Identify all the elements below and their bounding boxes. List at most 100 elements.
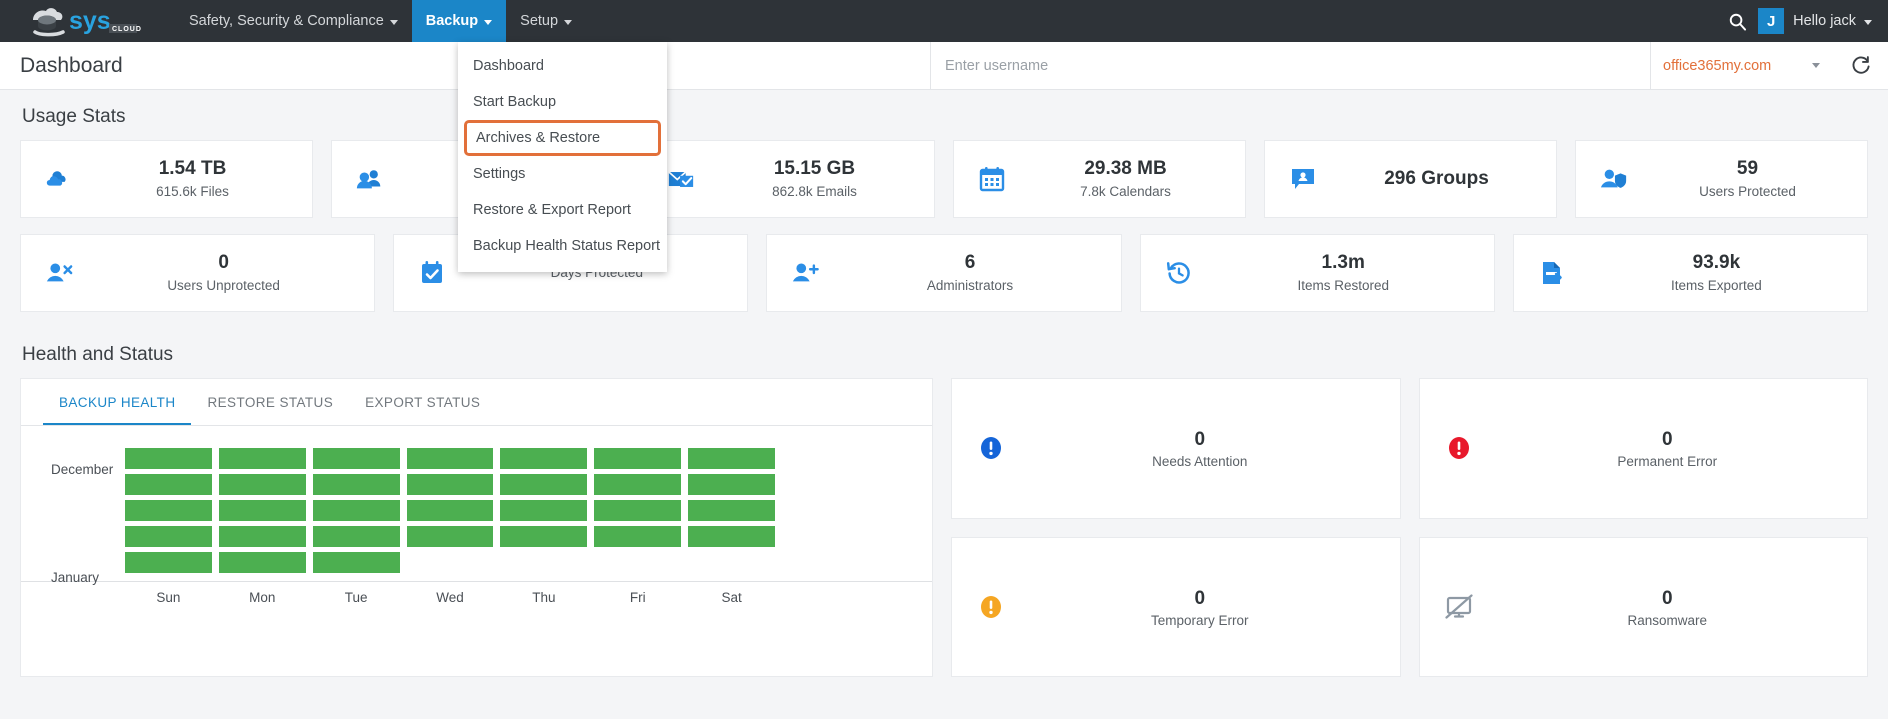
- sub-header-bar: Dashboard office365my.com: [0, 42, 1888, 90]
- menu-item-dashboard[interactable]: Dashboard: [458, 48, 667, 84]
- status-text: 0 Permanent Error: [1490, 427, 1846, 469]
- status-cards-panel: 0 Needs Attention 0 Permanent Error 0 Te…: [951, 378, 1868, 677]
- heatmap-cell-healthy[interactable]: [218, 552, 306, 573]
- usage-stats-row-1: 1.54 TB 615.6k Files 15.15 GB 862.8k Ema…: [20, 140, 1868, 218]
- heatmap-cell-healthy[interactable]: [500, 448, 588, 469]
- user-shield-icon: [1594, 167, 1634, 191]
- heatmap-cell-healthy[interactable]: [594, 526, 682, 547]
- heatmap-cell-healthy[interactable]: [500, 500, 588, 521]
- stat-card-calendars[interactable]: 29.38 MB 7.8k Calendars: [953, 140, 1246, 218]
- heatmap-cell-healthy[interactable]: [500, 526, 588, 547]
- stat-value: 59: [1736, 158, 1759, 180]
- stat-card-groups[interactable]: 296 Groups: [1264, 140, 1557, 218]
- refresh-icon: [1852, 56, 1870, 74]
- stat-card-emails[interactable]: 15.15 GB 862.8k Emails: [642, 140, 935, 218]
- tab-restore-status[interactable]: RESTORE STATUS: [191, 379, 349, 425]
- status-card-temporary-error[interactable]: 0 Temporary Error: [951, 536, 1401, 677]
- heatmap-column: [500, 448, 594, 573]
- search-icon[interactable]: [1716, 0, 1758, 42]
- heatmap-cell-healthy[interactable]: [218, 500, 306, 521]
- stat-label: 615.6k Files: [156, 183, 229, 199]
- stat-text: 0 Users Unprotected: [91, 250, 356, 296]
- menu-item-restore-and-export-report[interactable]: Restore & Export Report: [458, 192, 667, 228]
- syscloud-logo[interactable]: sys CLOUD: [0, 0, 175, 42]
- mail-check-icon: [661, 168, 701, 191]
- stat-card-files[interactable]: 1.54 TB 615.6k Files: [20, 140, 313, 218]
- tab-export-status[interactable]: EXPORT STATUS: [349, 379, 496, 425]
- status-label: Temporary Error: [1150, 612, 1249, 628]
- heatmap-cell-healthy[interactable]: [125, 552, 212, 573]
- heatmap-cell-healthy[interactable]: [312, 474, 400, 495]
- menu-item-label: Settings: [473, 166, 526, 182]
- heatmap-cell-healthy[interactable]: [688, 500, 776, 521]
- heatmap-cell-healthy[interactable]: [594, 448, 682, 469]
- status-card-permanent-error[interactable]: 0 Permanent Error: [1418, 378, 1868, 519]
- heatmap-cell-healthy[interactable]: [406, 448, 494, 469]
- heatmap-cell-healthy[interactable]: [125, 500, 212, 521]
- user-menu[interactable]: Hello jack: [1793, 13, 1872, 29]
- stat-value: 1.3m: [1321, 252, 1365, 274]
- nav-item-backup[interactable]: Backup: [411, 0, 507, 42]
- stat-card-items-exported[interactable]: 93.9k Items Exported: [1512, 234, 1869, 312]
- ransomware-screen-icon: [1442, 594, 1476, 620]
- nav-item-safety-security-compliance[interactable]: Safety, Security & Compliance: [175, 0, 412, 42]
- heatmap-column: [688, 448, 782, 573]
- stat-card-users-unprotected[interactable]: 0 Users Unprotected: [20, 234, 376, 312]
- heatmap-cell-healthy[interactable]: [125, 448, 212, 469]
- menu-item-backup-health-status-report[interactable]: Backup Health Status Report: [458, 228, 667, 264]
- logo-mark: sys CLOUD: [32, 7, 142, 37]
- warning-circle-icon: [974, 594, 1008, 620]
- heatmap-cell-healthy[interactable]: [688, 474, 776, 495]
- heatmap-axis-label: Thu: [532, 590, 556, 605]
- heatmap-cell-healthy[interactable]: [688, 526, 776, 547]
- tab-backup-health[interactable]: BACKUP HEALTH: [43, 379, 192, 425]
- heatmap-cell-healthy[interactable]: [218, 474, 306, 495]
- menu-item-settings[interactable]: Settings: [458, 156, 667, 192]
- menu-item-start-backup[interactable]: Start Backup: [458, 84, 667, 120]
- stat-card-administrators[interactable]: 6 Administrators: [766, 234, 1122, 312]
- heatmap-cell-healthy[interactable]: [125, 526, 212, 547]
- stat-label: 862.8k Emails: [772, 183, 857, 199]
- heatmap-cell-healthy[interactable]: [688, 448, 776, 469]
- stat-label: Items Exported: [1671, 277, 1762, 293]
- chevron-down-icon: [1864, 19, 1872, 25]
- heatmap-cell-healthy[interactable]: [218, 448, 306, 469]
- heatmap-cell-healthy[interactable]: [406, 500, 494, 521]
- status-label: Permanent Error: [1617, 454, 1718, 470]
- domain-select[interactable]: office365my.com: [1650, 42, 1832, 89]
- heatmap-cell-healthy[interactable]: [312, 552, 400, 573]
- avatar-initial: J: [1766, 12, 1776, 30]
- stat-card-items-restored[interactable]: 1.3m Items Restored: [1139, 234, 1495, 312]
- heatmap-cell-healthy[interactable]: [218, 526, 306, 547]
- heatmap-cell-healthy[interactable]: [594, 500, 682, 521]
- heatmap-cell-healthy[interactable]: [406, 474, 494, 495]
- avatar[interactable]: J: [1758, 8, 1785, 34]
- file-export-icon: [1532, 260, 1572, 286]
- refresh-button[interactable]: [1832, 42, 1888, 89]
- heatmap-cell-healthy[interactable]: [312, 526, 400, 547]
- heatmap-cell-healthy[interactable]: [312, 500, 400, 521]
- file-export-glyph: [1542, 262, 1562, 284]
- heatmap-cell-healthy[interactable]: [594, 474, 682, 495]
- heatmap-cell-healthy[interactable]: [125, 474, 212, 495]
- username-input[interactable]: [930, 42, 1650, 89]
- svg-text:CLOUD: CLOUD: [112, 26, 142, 33]
- heatmap-axis-label: Sat: [721, 590, 742, 605]
- nav-item-setup[interactable]: Setup: [506, 0, 586, 42]
- status-card-ransomware[interactable]: 0 Ransomware: [1418, 536, 1868, 677]
- chevron-down-icon: [1812, 63, 1820, 68]
- stat-card-users-protected[interactable]: 59 Users Protected: [1575, 140, 1868, 218]
- menu-item-archives-and-restore[interactable]: Archives & Restore: [464, 120, 661, 156]
- heatmap-cell-healthy[interactable]: [500, 474, 588, 495]
- status-label: Ransomware: [1627, 612, 1708, 628]
- mail-check-glyph: [668, 170, 694, 187]
- stat-value: 93.9k: [1692, 252, 1741, 274]
- stat-value: 296 Groups: [1384, 168, 1489, 190]
- heatmap-cell-healthy[interactable]: [312, 448, 400, 469]
- top-navigation-bar: sys CLOUD Safety, Security & Compliance …: [0, 0, 1888, 42]
- heatmap-month-label-start: December: [51, 462, 114, 477]
- status-card-needs-attention[interactable]: 0 Needs Attention: [951, 378, 1401, 519]
- user-shield-glyph: [1600, 169, 1627, 188]
- history-icon: [1159, 260, 1199, 286]
- heatmap-cell-healthy[interactable]: [406, 526, 494, 547]
